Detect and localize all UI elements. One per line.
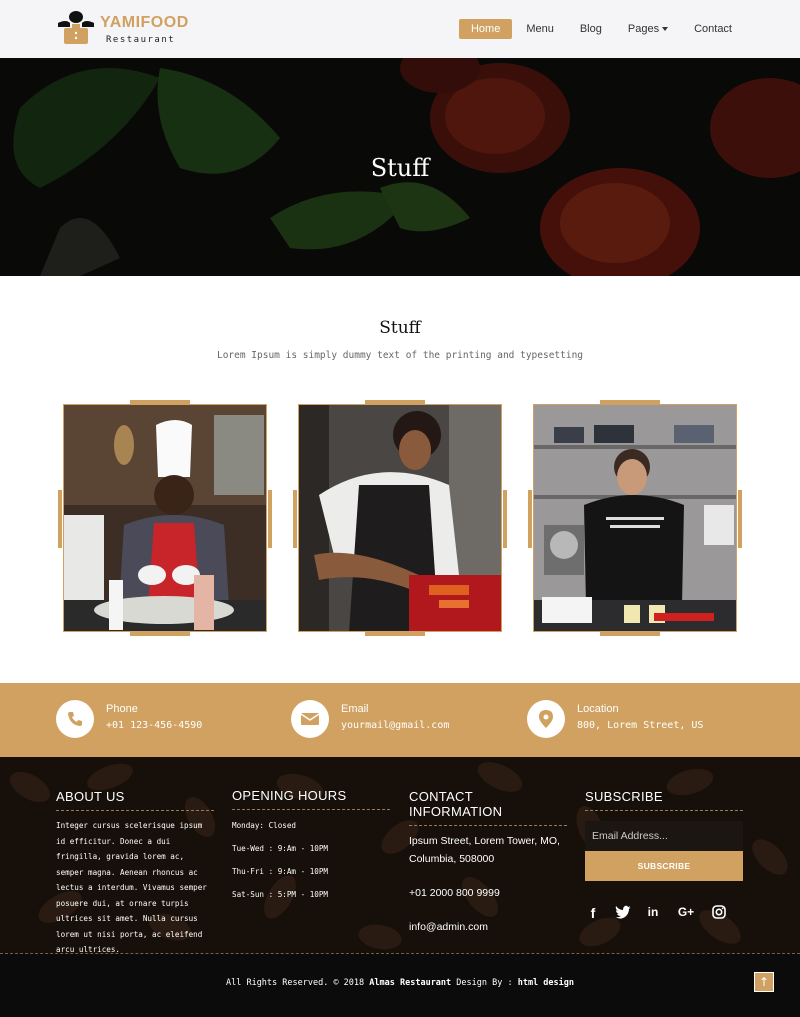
cook-photo — [298, 404, 502, 632]
card-accent — [268, 490, 272, 548]
hours-line: Sat-Sun : 5:PM - 10PM — [232, 890, 329, 899]
location-label: Location — [577, 703, 619, 715]
footer-subscribe: SUBSCRIBE Email Address... SUBSCRIBE f i… — [585, 789, 743, 922]
nav-home[interactable]: Home — [458, 19, 513, 39]
copyright-prefix: All Rights Reserved. © 2018 — [225, 978, 370, 988]
twitter-icon[interactable] — [615, 905, 631, 922]
linkedin-icon[interactable]: in — [645, 905, 661, 922]
card-accent — [293, 490, 297, 548]
card-accent — [130, 631, 190, 636]
section-title: Stuff — [379, 318, 421, 338]
contact-email-address[interactable]: info@admin.com — [409, 918, 567, 936]
about-text: Integer cursus scelerisque ipsum id effi… — [56, 821, 207, 953]
nav-pages-label: Pages — [627, 23, 660, 35]
logo[interactable]: YAMIFOOD Restaurant — [56, 11, 189, 47]
navbar: YAMIFOOD Restaurant Home Menu Blog Pages… — [0, 0, 800, 58]
card-accent — [365, 631, 425, 636]
card-accent — [600, 631, 660, 636]
social-links: f in G+ — [585, 905, 743, 922]
email-value[interactable]: yourmail@gmail.com — [341, 720, 449, 731]
company-link[interactable]: Almas Restaurant — [369, 978, 451, 988]
instagram-icon[interactable] — [711, 905, 727, 922]
subscribe-button[interactable]: SUBSCRIBE — [585, 851, 743, 881]
staff-card[interactable] — [528, 400, 742, 636]
nav-blog[interactable]: Blog — [568, 19, 614, 39]
footer-about: ABOUT US Integer cursus scelerisque ipsu… — [56, 789, 214, 953]
footer: ABOUT US Integer cursus scelerisque ipsu… — [0, 757, 800, 953]
subscribe-email-input[interactable]: Email Address... — [585, 821, 743, 851]
hours-line: Tue-Wed : 9:Am - 10PM — [232, 844, 329, 853]
nav-pages[interactable]: Pages — [616, 19, 680, 39]
phone-label: Phone — [106, 703, 138, 715]
contact-phone-number[interactable]: +01 2000 800 9999 — [409, 884, 567, 902]
brand-name: YAMIFOOD — [100, 14, 189, 31]
about-heading: ABOUT US — [56, 789, 214, 811]
staff-card[interactable] — [293, 400, 507, 636]
google-plus-icon[interactable]: G+ — [675, 905, 697, 922]
card-accent — [503, 490, 507, 548]
footer-hours: OPENING HOURS Monday: Closed Tue-Wed : 9… — [232, 789, 390, 902]
main-nav: Home Menu Blog Pages Contact — [457, 19, 744, 39]
card-accent — [58, 490, 62, 548]
map-marker-icon — [527, 700, 565, 738]
footer-contact: CONTACT INFORMATION Ipsum Street, Lorem … — [409, 789, 567, 936]
kitchen-photo — [533, 404, 737, 632]
card-accent — [528, 490, 532, 548]
chef-photo — [63, 404, 267, 632]
designer-link[interactable]: html design — [518, 978, 574, 988]
section-subtitle: Lorem Ipsum is simply dummy text of the … — [216, 350, 584, 361]
back-to-top-button[interactable]: ↑ — [754, 972, 774, 992]
envelope-icon — [291, 700, 329, 738]
card-accent — [738, 490, 742, 548]
contact-heading: CONTACT INFORMATION — [409, 789, 567, 826]
contact-strip: Phone +01 123-456-4590 Email yourmail@gm… — [0, 683, 800, 757]
location-value: 800, Lorem Street, US — [577, 720, 704, 731]
hero-banner: Stuff — [0, 58, 800, 276]
facebook-icon[interactable]: f — [585, 905, 601, 922]
design-by-label: Design By : — [451, 978, 518, 988]
contact-address: Ipsum Street, Lorem Tower, MO, Columbia,… — [409, 835, 560, 865]
subscribe-heading: SUBSCRIBE — [585, 789, 743, 811]
hours-line: Monday: Closed — [232, 821, 297, 830]
brand-subtitle: Restaurant — [106, 35, 176, 45]
nav-menu[interactable]: Menu — [514, 19, 566, 39]
hours-line: Thu-Fri : 9:Am - 10PM — [232, 867, 329, 876]
phone-icon — [56, 700, 94, 738]
chef-logo-icon — [58, 11, 94, 44]
hours-heading: OPENING HOURS — [232, 789, 390, 810]
nav-contact[interactable]: Contact — [682, 19, 744, 39]
hero-title: Stuff — [370, 154, 430, 182]
bottom-bar: All Rights Reserved. © 2018 Almas Restau… — [0, 953, 800, 1017]
caret-down-icon — [662, 27, 669, 32]
email-label: Email — [341, 703, 369, 715]
phone-value[interactable]: +01 123-456-4590 — [106, 720, 202, 731]
staff-card[interactable] — [58, 400, 272, 636]
copyright: All Rights Reserved. © 2018 Almas Restau… — [0, 978, 800, 988]
